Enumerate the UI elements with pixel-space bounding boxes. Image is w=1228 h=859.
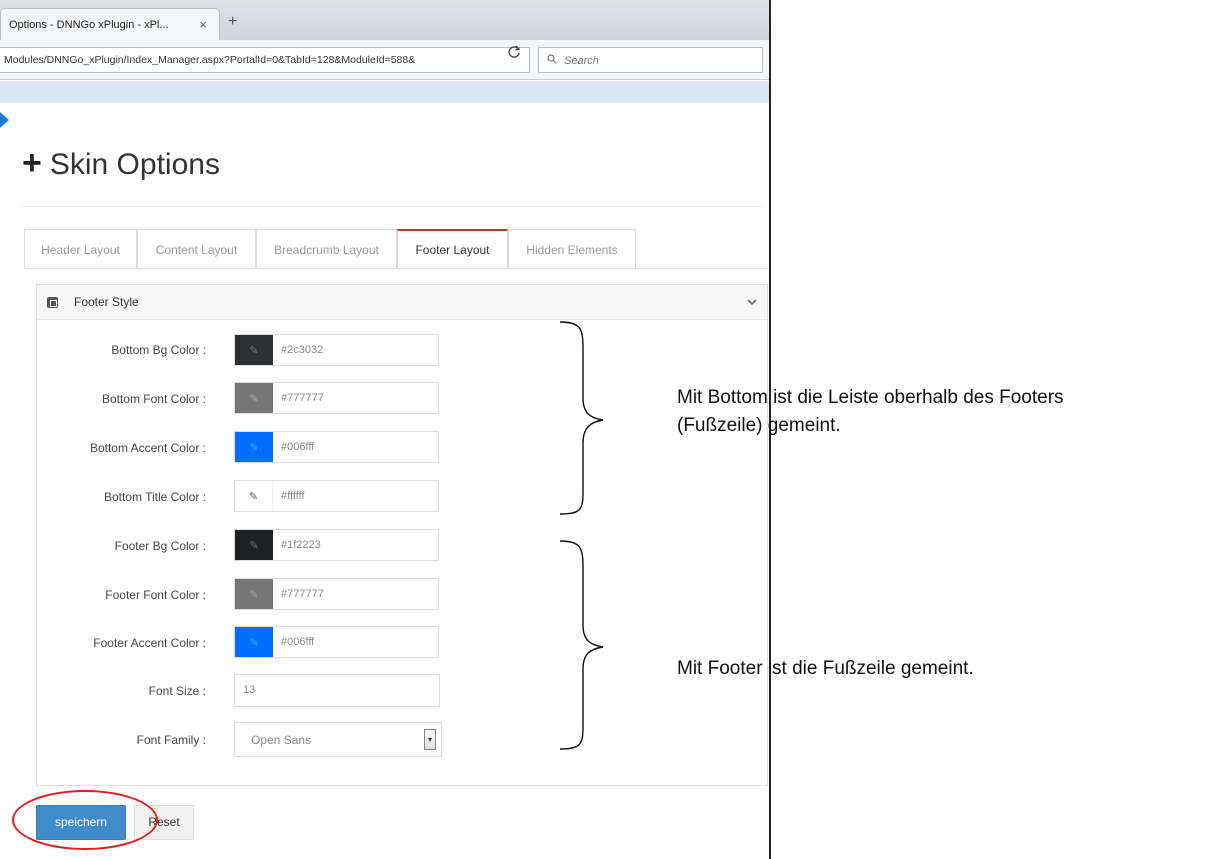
color-value: #ffffff <box>281 490 305 502</box>
bottom-curly-brace <box>559 321 604 515</box>
bottom-bg-color-field[interactable]: ✎ #2c3032 <box>234 334 439 366</box>
footer-curly-brace <box>559 540 604 750</box>
pencil-icon: ✎ <box>249 441 259 454</box>
select-arrow-icon[interactable]: ▾ <box>424 729 436 750</box>
bottom-annotation: Mit Bottom ist die Leiste oberhalb des F… <box>677 384 1064 440</box>
font-family-select[interactable]: Open Sans ▾ <box>234 722 442 757</box>
browser-tab-title: Options - DNNGo xPlugin - xPl... <box>9 19 169 31</box>
footer-accent-color-field[interactable]: ✎ #006fff <box>234 626 439 658</box>
pencil-icon: ✎ <box>249 539 259 552</box>
label-font-family: Font Family : <box>136 733 206 747</box>
divider <box>18 206 766 207</box>
address-toolbar: Modules/DNNGo_xPlugin/Index_Manager.aspx… <box>0 40 769 80</box>
label-font-size: Font Size : <box>148 684 206 698</box>
drag-handle-marker[interactable] <box>0 112 9 128</box>
label-bottom-title-color: Bottom Title Color : <box>103 490 206 504</box>
plus-icon: + <box>22 144 42 182</box>
footer-bg-color-field[interactable]: ✎ #1f2223 <box>234 529 439 561</box>
address-field[interactable]: Modules/DNNGo_xPlugin/Index_Manager.aspx… <box>0 47 530 73</box>
search-icon <box>547 54 560 67</box>
color-value: #2c3032 <box>281 344 324 356</box>
label-bottom-accent-color: Bottom Accent Color : <box>89 441 206 455</box>
panel-header[interactable]: Footer Style <box>37 285 767 320</box>
page-title-text: Skin Options <box>49 148 220 181</box>
bottom-annotation-line1: Mit Bottom ist die Leiste oberhalb des F… <box>677 387 1064 408</box>
color-swatch[interactable]: ✎ <box>235 530 273 560</box>
chevron-down-icon[interactable] <box>747 295 757 309</box>
highlight-ellipse <box>12 790 158 850</box>
color-value: #777777 <box>281 588 324 600</box>
search-placeholder: Search <box>564 55 599 67</box>
pencil-icon: ✎ <box>249 344 259 357</box>
new-tab-icon[interactable]: + <box>228 13 237 31</box>
tab-content-layout[interactable]: Content Layout <box>137 229 256 269</box>
pencil-icon: ✎ <box>249 392 259 405</box>
search-input[interactable]: Search <box>538 47 763 73</box>
tab-hidden-elements[interactable]: Hidden Elements <box>508 229 636 269</box>
reload-icon[interactable] <box>507 45 521 62</box>
color-swatch[interactable]: ✎ <box>235 335 273 365</box>
label-footer-font-color: Footer Font Color : <box>105 588 206 602</box>
bottom-font-color-field[interactable]: ✎ #777777 <box>234 382 439 414</box>
label-bottom-font-color: Bottom Font Color : <box>101 392 206 406</box>
tabs-underline <box>24 268 768 269</box>
pencil-icon: ✎ <box>249 636 259 649</box>
label-bottom-bg-color: Bottom Bg Color : <box>111 343 206 357</box>
bottom-accent-color-field[interactable]: ✎ #006fff <box>234 431 439 463</box>
color-swatch[interactable]: ✎ <box>235 579 273 609</box>
color-swatch[interactable]: ✎ <box>235 481 273 511</box>
tab-strip: Options - DNNGo xPlugin - xPl... × + <box>0 0 769 40</box>
tab-footer-layout[interactable]: Footer Layout <box>397 229 508 269</box>
color-swatch[interactable]: ✎ <box>235 627 273 657</box>
footer-annotation: Mit Footer ist die Fußzeile gemeint. <box>677 658 974 679</box>
panel-collapse-square-icon <box>47 296 58 308</box>
label-footer-bg-color: Footer Bg Color : <box>114 539 206 553</box>
label-footer-accent-color: Footer Accent Color : <box>93 636 206 650</box>
color-value: #1f2223 <box>281 539 321 551</box>
font-family-value: Open Sans <box>251 733 312 747</box>
bottom-title-color-field[interactable]: ✎ #ffffff <box>234 480 439 512</box>
browser-tab[interactable]: Options - DNNGo xPlugin - xPl... × <box>0 8 220 40</box>
color-swatch[interactable]: ✎ <box>235 432 273 462</box>
tab-header-layout[interactable]: Header Layout <box>24 229 137 269</box>
browser-window: Options - DNNGo xPlugin - xPl... × + Mod… <box>0 0 771 859</box>
pencil-icon: ✎ <box>249 588 259 601</box>
page-title: + Skin Options <box>22 144 220 183</box>
footer-font-color-field[interactable]: ✎ #777777 <box>234 578 439 610</box>
bottom-annotation-line2: (Fußzeile) gemeint. <box>677 415 841 436</box>
bookmark-bar <box>0 81 769 103</box>
color-value: #006fff <box>281 441 315 453</box>
panel-title: Footer Style <box>74 295 139 309</box>
color-swatch[interactable]: ✎ <box>235 383 273 413</box>
close-icon[interactable]: × <box>199 17 207 32</box>
color-value: #777777 <box>281 392 324 404</box>
font-size-input[interactable]: 13 <box>234 674 440 707</box>
tab-breadcrumb-layout[interactable]: Breadcrumb Layout <box>256 229 397 269</box>
color-value: #006fff <box>281 636 315 648</box>
pencil-icon: ✎ <box>248 490 259 503</box>
